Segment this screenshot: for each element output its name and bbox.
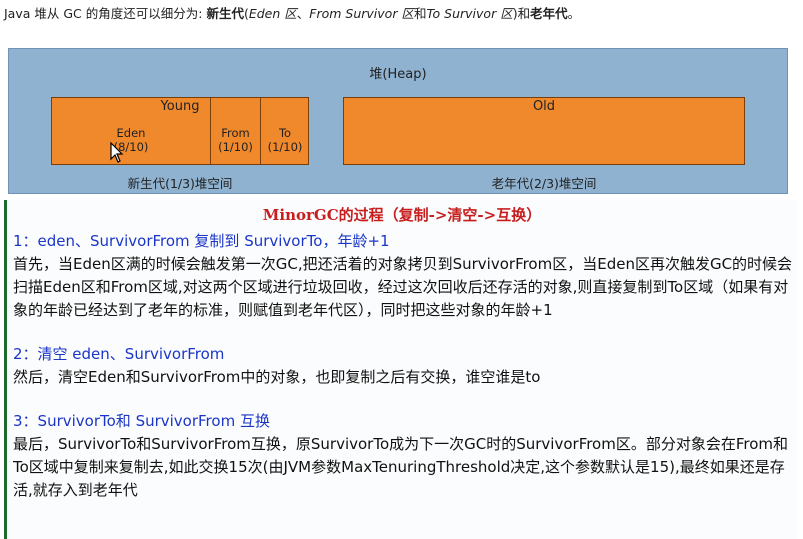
intro-and: 和 — [413, 6, 427, 21]
intro-from-area: From Survivor 区 — [309, 6, 414, 21]
young-generation: Young Eden (8/10) From (1/10) To (1/10) … — [51, 97, 309, 215]
intro-young-gen: 新生代 — [206, 6, 244, 21]
intro-paragraph: Java 堆从 GC 的角度还可以细分为: 新生代(Eden 区、From Su… — [4, 4, 794, 24]
heap-diagram: 堆(Heap) Young Eden (8/10) From (1/10) To… — [8, 48, 788, 194]
from-label: From — [221, 126, 250, 140]
to-label: To — [278, 126, 292, 140]
article-body: 1：eden、SurvivorFrom 复制到 SurvivorTo，年龄+1 … — [13, 230, 793, 502]
intro-old-gen: 老年代 — [530, 6, 568, 21]
article-heading: MinorGC的过程（复制->清空->互换） — [262, 206, 542, 224]
intro-to-area: To Survivor 区 — [426, 6, 513, 21]
step-3-title: 3：SurvivorTo和 SurvivorFrom 互换 — [13, 412, 270, 430]
mouse-pointer-icon — [110, 142, 124, 163]
intro-end: 。 — [567, 6, 581, 21]
heap-title: 堆(Heap) — [369, 67, 427, 82]
old-title: Old — [532, 99, 556, 114]
intro-prefix: Java 堆从 GC 的角度还可以细分为: — [4, 6, 207, 21]
from-survivor-space: From (1/10) — [210, 98, 260, 164]
intro-close-and: )和 — [512, 6, 531, 21]
to-survivor-space: To (1/10) — [260, 98, 309, 164]
step-1-body: 首先，当Eden区满的时候会触发第一次GC,把还活着的对象拷贝到Survivor… — [13, 255, 793, 319]
young-caption: 新生代(1/3)堆空间 — [127, 176, 233, 191]
eden-label: Eden — [116, 126, 146, 140]
step-2-body: 然后，清空Eden和SurvivorFrom中的对象，也即复制之后有交换，谁空谁… — [13, 368, 541, 386]
step-2-title: 2：清空 eden、SurvivorFrom — [13, 345, 225, 363]
intro-sep: 、 — [296, 6, 310, 21]
old-caption: 老年代(2/3)堆空间 — [491, 176, 597, 191]
intro-eden-area: Eden 区 — [248, 6, 297, 21]
eden-space: Eden (8/10) — [52, 98, 210, 164]
old-region-box: Old — [343, 97, 745, 165]
old-generation: Old 老年代(2/3)堆空间 — [343, 97, 745, 215]
step-1-title: 1：eden、SurvivorFrom 复制到 SurvivorTo，年龄+1 — [13, 232, 390, 250]
to-ratio: (1/10) — [267, 140, 303, 154]
article-panel: MinorGC的过程（复制->清空->互换） 1：eden、SurvivorFr… — [4, 200, 797, 539]
step-3-body: 最后，SurvivorTo和SurvivorFrom互换，原SurvivorTo… — [13, 435, 789, 499]
from-ratio: (1/10) — [218, 140, 253, 154]
eden-ratio: (8/10) — [113, 140, 149, 154]
young-region-box: Young Eden (8/10) From (1/10) To (1/10) — [51, 97, 309, 165]
